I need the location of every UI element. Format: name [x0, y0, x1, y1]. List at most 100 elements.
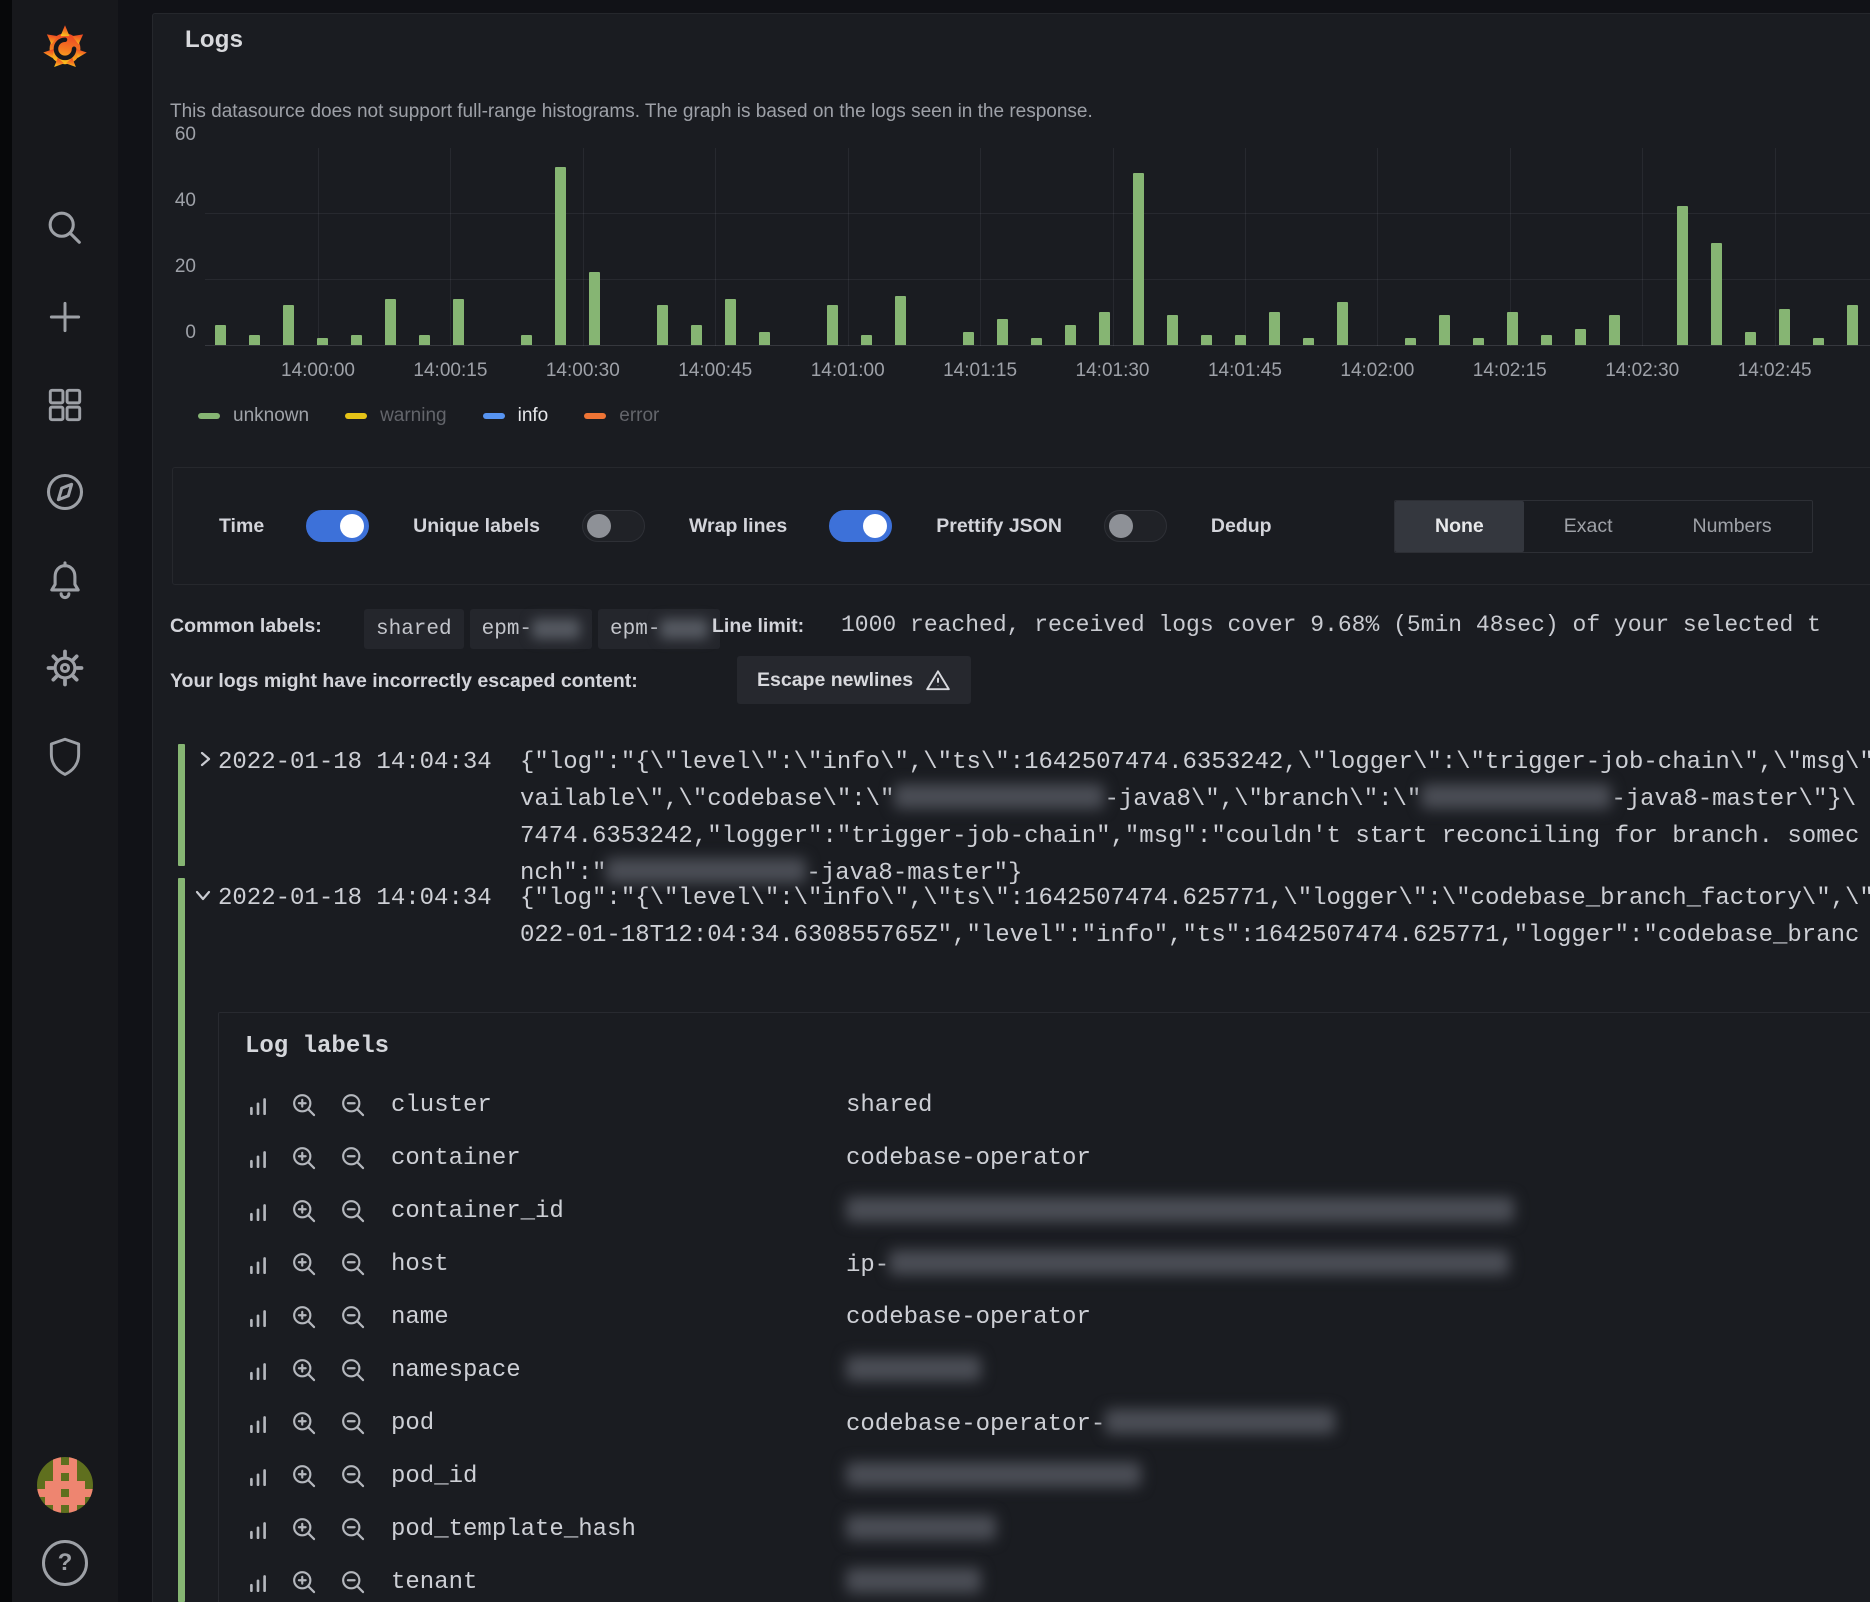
help-icon[interactable]: ?	[42, 1540, 88, 1586]
dedup-option-none[interactable]: None	[1395, 501, 1524, 552]
log-message[interactable]: {"log":"{\"level\":\"info\",\"ts\":16425…	[520, 744, 1870, 892]
stats-bars-icon[interactable]	[247, 1307, 269, 1329]
add-icon[interactable]	[44, 296, 86, 343]
alerting-bell-icon[interactable]	[43, 558, 87, 607]
histogram-bar[interactable]	[283, 305, 294, 345]
histogram-bar[interactable]	[827, 305, 838, 345]
stats-bars-icon[interactable]	[247, 1413, 269, 1435]
zoom-in-filter-icon[interactable]	[291, 1304, 318, 1331]
histogram-bar[interactable]	[351, 335, 362, 345]
histogram-bar[interactable]	[1201, 335, 1212, 345]
histogram-bar[interactable]	[589, 272, 600, 345]
zoom-in-filter-icon[interactable]	[291, 1198, 318, 1225]
stats-bars-icon[interactable]	[247, 1360, 269, 1382]
zoom-in-filter-icon[interactable]	[291, 1092, 318, 1119]
zoom-out-filter-icon[interactable]	[340, 1304, 367, 1331]
escape-newlines-button[interactable]: Escape newlines	[737, 656, 971, 704]
zoom-in-filter-icon[interactable]	[291, 1145, 318, 1172]
legend-item-info[interactable]: info	[483, 405, 549, 427]
histogram-bar[interactable]	[861, 335, 872, 345]
zoom-out-filter-icon[interactable]	[340, 1410, 367, 1437]
zoom-out-filter-icon[interactable]	[340, 1145, 367, 1172]
histogram-bar[interactable]	[963, 332, 974, 345]
stats-bars-icon[interactable]	[247, 1519, 269, 1541]
histogram-bar[interactable]	[1847, 305, 1858, 345]
histogram-bar[interactable]	[555, 167, 566, 345]
zoom-out-filter-icon[interactable]	[340, 1463, 367, 1490]
histogram-bar[interactable]	[725, 299, 736, 345]
histogram-bar[interactable]	[1099, 312, 1110, 345]
histogram-bar[interactable]	[1031, 338, 1042, 345]
dashboards-icon[interactable]	[44, 384, 86, 431]
histogram-bar[interactable]	[1337, 302, 1348, 345]
histogram-bar[interactable]	[215, 325, 226, 345]
legend-item-warning[interactable]: warning	[345, 405, 447, 427]
zoom-in-filter-icon[interactable]	[291, 1410, 318, 1437]
dedup-option-numbers[interactable]: Numbers	[1653, 501, 1812, 552]
grafana-logo-icon[interactable]	[36, 18, 94, 81]
histogram-bar[interactable]	[895, 296, 906, 346]
zoom-out-filter-icon[interactable]	[340, 1092, 367, 1119]
zoom-out-filter-icon[interactable]	[340, 1516, 367, 1543]
explore-compass-icon[interactable]	[43, 470, 87, 519]
histogram-bar[interactable]	[1133, 173, 1144, 345]
stats-bars-icon[interactable]	[247, 1466, 269, 1488]
histogram-bar[interactable]	[1473, 338, 1484, 345]
time-toggle[interactable]	[306, 510, 369, 542]
stats-bars-icon[interactable]	[247, 1201, 269, 1223]
histogram-bar[interactable]	[1303, 338, 1314, 345]
stats-bars-icon[interactable]	[247, 1254, 269, 1276]
histogram-bar[interactable]	[1711, 243, 1722, 345]
log-timestamp[interactable]: 2022-01-18 14:04:34	[218, 880, 492, 917]
histogram-bar[interactable]	[657, 305, 668, 345]
histogram-bar[interactable]	[1235, 335, 1246, 345]
histogram-bar[interactable]	[385, 299, 396, 345]
legend-item-error[interactable]: error	[584, 405, 659, 427]
zoom-in-filter-icon[interactable]	[291, 1251, 318, 1278]
server-admin-shield-icon[interactable]	[44, 734, 86, 781]
histogram-bar[interactable]	[1609, 315, 1620, 345]
histogram-bar[interactable]	[317, 338, 328, 345]
stats-bars-icon[interactable]	[247, 1095, 269, 1117]
histogram-bar[interactable]	[1167, 315, 1178, 345]
histogram-bar[interactable]	[419, 335, 430, 345]
wrap-lines-toggle[interactable]	[829, 510, 892, 542]
zoom-out-filter-icon[interactable]	[340, 1251, 367, 1278]
configuration-gear-icon[interactable]	[43, 646, 87, 695]
search-icon[interactable]	[43, 206, 87, 255]
chevron-right-icon[interactable]	[194, 748, 216, 775]
zoom-out-filter-icon[interactable]	[340, 1357, 367, 1384]
histogram-bar[interactable]	[1439, 315, 1450, 345]
histogram-bar[interactable]	[1677, 206, 1688, 345]
histogram-bar[interactable]	[1813, 338, 1824, 345]
histogram-bar[interactable]	[691, 325, 702, 345]
stats-bars-icon[interactable]	[247, 1148, 269, 1170]
zoom-out-filter-icon[interactable]	[340, 1569, 367, 1596]
log-message[interactable]: {"log":"{\"level\":\"info\",\"ts\":16425…	[520, 880, 1870, 954]
histogram-bar[interactable]	[1575, 329, 1586, 346]
histogram-bar[interactable]	[1745, 332, 1756, 345]
user-avatar[interactable]	[37, 1457, 93, 1513]
zoom-in-filter-icon[interactable]	[291, 1569, 318, 1596]
histogram-bar[interactable]	[521, 335, 532, 345]
unique-labels-toggle[interactable]	[582, 510, 645, 542]
zoom-in-filter-icon[interactable]	[291, 1516, 318, 1543]
dedup-option-exact[interactable]: Exact	[1524, 501, 1653, 552]
histogram-bar[interactable]	[997, 319, 1008, 345]
logs-histogram[interactable]	[205, 148, 1870, 346]
zoom-out-filter-icon[interactable]	[340, 1198, 367, 1225]
histogram-bar[interactable]	[1779, 309, 1790, 345]
histogram-bar[interactable]	[759, 332, 770, 345]
histogram-bar[interactable]	[1269, 312, 1280, 345]
histogram-bar[interactable]	[453, 299, 464, 345]
histogram-bar[interactable]	[1405, 338, 1416, 345]
histogram-bar[interactable]	[249, 335, 260, 345]
log-timestamp[interactable]: 2022-01-18 14:04:34	[218, 744, 492, 781]
histogram-bar[interactable]	[1507, 312, 1518, 345]
chevron-down-icon[interactable]	[192, 884, 214, 911]
legend-item-unknown[interactable]: unknown	[198, 405, 309, 427]
zoom-in-filter-icon[interactable]	[291, 1463, 318, 1490]
stats-bars-icon[interactable]	[247, 1572, 269, 1594]
histogram-bar[interactable]	[1541, 335, 1552, 345]
zoom-in-filter-icon[interactable]	[291, 1357, 318, 1384]
